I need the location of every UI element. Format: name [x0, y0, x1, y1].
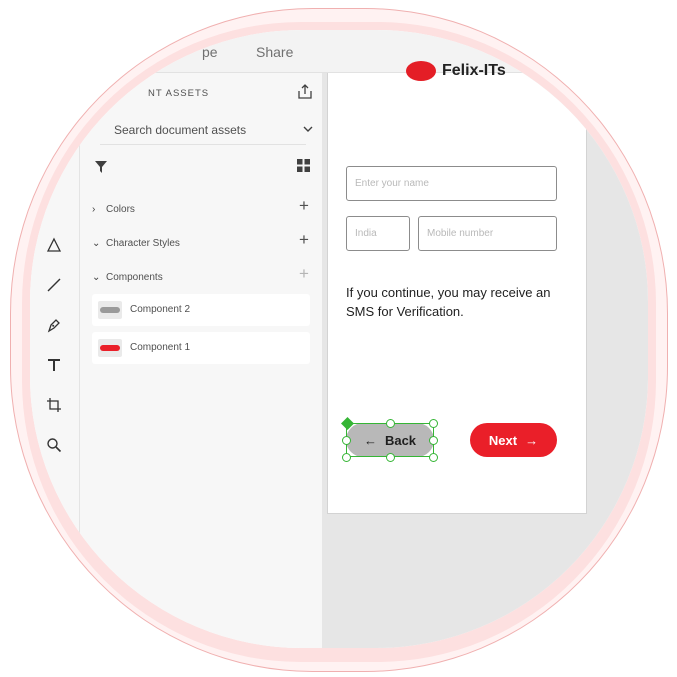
- arrow-right-icon: →: [525, 432, 539, 448]
- artboard[interactable]: Felix-ITs Enter your name India Mobile n…: [327, 61, 587, 514]
- export-icon[interactable]: [296, 83, 314, 101]
- logo-lips-icon: [406, 61, 436, 81]
- resize-handle-top[interactable]: [386, 419, 395, 428]
- resize-handle-bottom-left[interactable]: [342, 453, 351, 462]
- grid-icon[interactable]: [297, 159, 310, 172]
- pen-icon[interactable]: [42, 313, 66, 337]
- section-components-label: Components: [106, 272, 163, 283]
- app-header: pe Share: [30, 30, 648, 73]
- component-thumbnail: [98, 301, 122, 319]
- mobile-number-input[interactable]: Mobile number: [418, 216, 557, 251]
- add-color-button[interactable]: +: [299, 197, 309, 214]
- section-character-styles[interactable]: ⌄ Character Styles: [92, 238, 180, 249]
- document-assets-panel: NT ASSETS Search document assets › Colors…: [80, 73, 323, 648]
- tab-prototype[interactable]: pe: [202, 44, 218, 60]
- section-colors[interactable]: › Colors: [92, 204, 135, 215]
- resize-handle-right[interactable]: [429, 436, 438, 445]
- section-components[interactable]: ⌄ Components: [92, 272, 163, 283]
- resize-handle-top-right[interactable]: [429, 419, 438, 428]
- mobile-number-placeholder: Mobile number: [427, 228, 494, 239]
- component-2-label: Component 2: [130, 304, 191, 315]
- component-item-2[interactable]: Component 2: [92, 294, 310, 326]
- component-2-thumb-pill: [100, 307, 120, 313]
- chevron-down-icon: ⌄: [92, 272, 101, 283]
- tool-strip: [30, 73, 80, 648]
- component-thumbnail: [98, 339, 122, 357]
- component-item-1[interactable]: Component 1: [92, 332, 310, 364]
- section-character-styles-label: Character Styles: [106, 238, 180, 249]
- selection-box: [346, 423, 434, 457]
- tab-share[interactable]: Share: [256, 44, 293, 60]
- panel-title: NT ASSETS: [148, 88, 210, 99]
- brand-logo: Felix-ITs: [406, 61, 506, 81]
- chevron-down-icon: ⌄: [92, 238, 101, 249]
- text-icon[interactable]: [42, 353, 66, 377]
- next-button-label: Next: [488, 432, 518, 448]
- chevron-down-icon[interactable]: [302, 123, 314, 135]
- search-underline: [100, 144, 306, 145]
- component-1-label: Component 1: [130, 342, 191, 353]
- resize-handle-left[interactable]: [342, 436, 351, 445]
- logo-text: Felix-ITs: [442, 62, 506, 79]
- country-code-input[interactable]: India: [346, 216, 410, 251]
- next-button[interactable]: Next →: [470, 423, 557, 457]
- country-code-placeholder: India: [355, 228, 377, 239]
- magnifier-lens: pe Share NT ASSETS Search document asset…: [30, 30, 648, 648]
- name-input-placeholder: Enter your name: [355, 178, 429, 189]
- add-character-style-button[interactable]: +: [299, 231, 309, 248]
- design-canvas[interactable]: Felix-ITs Enter your name India Mobile n…: [322, 61, 648, 648]
- zoom-icon[interactable]: [42, 433, 66, 457]
- triangle-icon[interactable]: [42, 233, 66, 257]
- filter-icon[interactable]: [94, 160, 108, 174]
- section-colors-label: Colors: [106, 204, 135, 215]
- line-icon[interactable]: [42, 273, 66, 297]
- component-1-thumb-pill: [100, 345, 120, 351]
- resize-handle-bottom-right[interactable]: [429, 453, 438, 462]
- name-input[interactable]: Enter your name: [346, 166, 557, 201]
- resize-handle-bottom[interactable]: [386, 453, 395, 462]
- search-assets-input[interactable]: Search document assets: [114, 123, 246, 137]
- chevron-right-icon: ›: [92, 204, 96, 215]
- verification-notice: If you continue, you may receive an SMS …: [346, 285, 551, 319]
- artboard-icon[interactable]: [42, 393, 66, 417]
- add-component-button[interactable]: +: [299, 265, 309, 282]
